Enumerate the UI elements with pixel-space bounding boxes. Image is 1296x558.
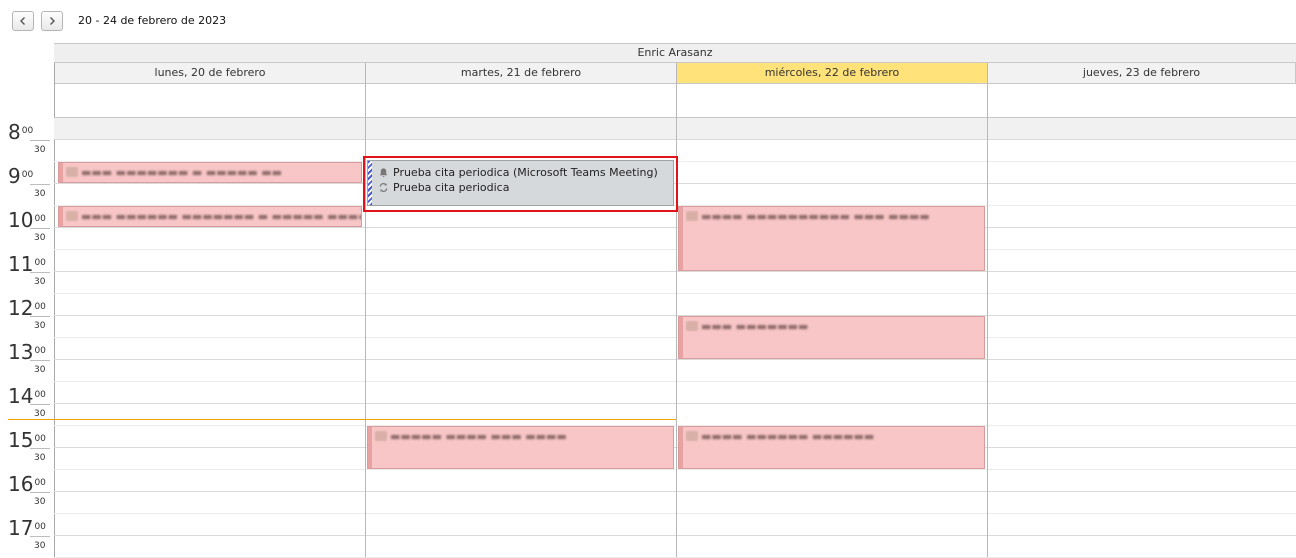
half-hour-tick [30,140,50,141]
time-slot-row[interactable] [54,382,1296,404]
half-hour-tick [30,492,50,493]
all-day-row[interactable] [54,84,1296,118]
hour-label: 1500 [8,428,46,452]
time-slot-row[interactable] [54,492,1296,514]
day-header-monday[interactable]: lunes, 20 de febrero [55,63,366,84]
half-hour-tick [30,228,50,229]
redacted-text: ▬▬▬ ▬▬▬▬▬▬ ▬▬▬▬▬▬▬ ▬ ▬▬▬▬▬ ▬▬▬▬ [81,210,362,223]
time-slot-row[interactable] [54,448,1296,470]
event-status-bar [59,207,63,226]
hour-label: 1400 [8,384,46,408]
half-hour-label: 30 [34,145,46,155]
hour-label: 1100 [8,252,46,276]
time-slot-row[interactable] [54,338,1296,360]
event-status-bar [59,163,63,182]
meeting-icon [66,211,78,221]
current-time-line [8,419,676,420]
half-hour-tick [30,272,50,273]
time-slot-row[interactable] [54,360,1296,382]
redacted-text: ▬▬▬▬ ▬▬▬▬▬▬▬▬▬▬ ▬▬▬ ▬▬▬▬ [701,210,930,223]
half-hour-tick [30,536,50,537]
meeting-icon [66,167,78,177]
event-status-bar [368,427,372,468]
hour-label: 1600 [8,472,46,496]
redacted-text: ▬▬▬ ▬▬▬▬▬▬▬ ▬ ▬▬▬▬▬ ▬▬ [81,166,283,179]
event-status-bar [679,427,683,468]
meeting-icon [375,431,387,441]
hour-label: 800 [8,120,34,144]
time-slot-row[interactable] [54,228,1296,250]
half-hour-label: 30 [34,189,46,199]
half-hour-tick [30,448,50,449]
day-header-wednesday[interactable]: miércoles, 22 de febrero [677,63,988,84]
time-slot-row[interactable] [54,514,1296,536]
calendar-event-redacted[interactable]: ▬▬▬ ▬▬▬▬▬▬▬ ▬ ▬▬▬▬▬ ▬▬ [58,162,362,183]
highlight-box [363,156,678,212]
half-hour-label: 30 [34,541,46,551]
half-hour-label: 30 [34,409,46,419]
day-divider [987,63,988,557]
redacted-text: ▬▬▬ ▬▬▬▬▬▬▬ [701,320,809,333]
time-slot-row[interactable] [54,404,1296,426]
time-slot-row[interactable] [54,272,1296,294]
half-hour-tick [30,404,50,405]
hour-label: 1000 [8,208,46,232]
calendar-event-redacted[interactable]: ▬▬▬ ▬▬▬▬▬▬ ▬▬▬▬▬▬▬ ▬ ▬▬▬▬▬ ▬▬▬▬ [58,206,362,227]
time-slot-row[interactable] [54,316,1296,338]
meeting-icon [686,431,698,441]
day-divider [365,63,366,557]
half-hour-label: 30 [34,453,46,463]
time-slot-row[interactable] [54,250,1296,272]
hour-label: 1300 [8,340,46,364]
calendar-event-redacted[interactable]: ▬▬▬▬ ▬▬▬▬▬▬ ▬▬▬▬▬▬ [678,426,985,469]
calendar-event-redacted[interactable]: ▬▬▬▬ ▬▬▬▬▬▬▬▬▬▬ ▬▬▬ ▬▬▬▬ [678,206,985,271]
half-hour-label: 30 [34,321,46,331]
half-hour-label: 30 [34,497,46,507]
half-hour-tick [30,360,50,361]
redacted-text: ▬▬▬▬▬ ▬▬▬▬ ▬▬▬ ▬▬▬▬ [390,430,567,443]
next-week-button[interactable] [41,11,63,31]
event-status-bar [679,207,683,270]
hour-label: 900 [8,164,34,188]
calendar-event-redacted[interactable]: ▬▬▬ ▬▬▬▬▬▬▬ [678,316,985,359]
previous-week-button[interactable] [12,11,34,31]
day-divider [676,63,677,557]
half-hour-label: 30 [34,233,46,243]
meeting-icon [686,211,698,221]
calendar-event-redacted[interactable]: ▬▬▬▬▬ ▬▬▬▬ ▬▬▬ ▬▬▬▬ [367,426,674,469]
hour-label: 1200 [8,296,46,320]
day-header-tuesday[interactable]: martes, 21 de febrero [366,63,677,84]
calendar-owner-header: Enric Arasanz [54,43,1296,63]
time-slot-row[interactable] [54,426,1296,448]
half-hour-label: 30 [34,277,46,287]
day-header-thursday[interactable]: jueves, 23 de febrero [988,63,1296,84]
event-status-bar [679,317,683,358]
redacted-text: ▬▬▬▬ ▬▬▬▬▬▬ ▬▬▬▬▬▬ [701,430,875,443]
time-slot-row[interactable] [54,470,1296,492]
meeting-icon [686,321,698,331]
time-slot-row[interactable] [54,294,1296,316]
time-slot-row[interactable] [54,118,1296,140]
chevron-left-icon [20,17,25,25]
half-hour-tick [30,184,50,185]
half-hour-tick [30,316,50,317]
half-hour-label: 30 [34,365,46,375]
time-slot-row[interactable] [54,536,1296,558]
chevron-right-icon [50,17,55,25]
date-range-label: 20 - 24 de febrero de 2023 [78,14,227,27]
hour-label: 1700 [8,516,46,540]
